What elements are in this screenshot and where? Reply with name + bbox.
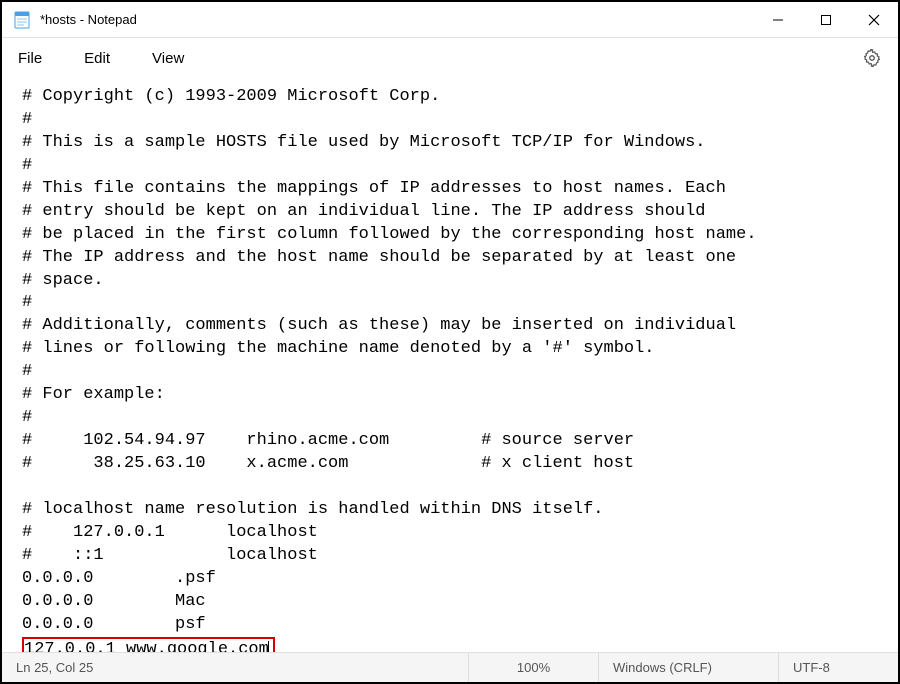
editor-line: # be placed in the first column followed…: [22, 224, 878, 247]
editor-line: # space.: [22, 270, 878, 293]
menu-file[interactable]: File: [12, 46, 48, 71]
settings-button[interactable]: [856, 42, 888, 74]
notepad-icon: [12, 10, 32, 30]
status-bar: Ln 25, Col 25 100% Windows (CRLF) UTF-8: [2, 652, 898, 682]
editor-line: # The IP address and the host name shoul…: [22, 247, 878, 270]
editor-line: # Additionally, comments (such as these)…: [22, 315, 878, 338]
status-eol: Windows (CRLF): [598, 653, 778, 682]
editor-line: # 127.0.0.1 localhost: [22, 522, 878, 545]
maximize-button[interactable]: [802, 2, 850, 37]
editor-line: # lines or following the machine name de…: [22, 338, 878, 361]
close-button[interactable]: [850, 2, 898, 37]
highlighted-line: 127.0.0.1 www.google.com: [22, 637, 275, 653]
editor-line: #: [22, 155, 878, 178]
editor-line: # 102.54.94.97 rhino.acme.com # source s…: [22, 430, 878, 453]
editor-line: # Copyright (c) 1993-2009 Microsoft Corp…: [22, 86, 878, 109]
window-title: *hosts - Notepad: [40, 12, 754, 27]
editor-line: # entry should be kept on an individual …: [22, 201, 878, 224]
editor-line: #: [22, 109, 878, 132]
status-zoom: 100%: [468, 653, 598, 682]
editor-line: 0.0.0.0 psf: [22, 614, 878, 637]
editor-line: #: [22, 292, 878, 315]
status-position: Ln 25, Col 25: [2, 653, 468, 682]
editor-line: [22, 476, 878, 499]
title-bar: *hosts - Notepad: [2, 2, 898, 38]
editor-line: # For example:: [22, 384, 878, 407]
editor-line: #: [22, 407, 878, 430]
editor-line: #: [22, 361, 878, 384]
status-encoding: UTF-8: [778, 653, 898, 682]
editor-line: 0.0.0.0 Mac: [22, 591, 878, 614]
editor-line: # This is a sample HOSTS file used by Mi…: [22, 132, 878, 155]
editor-line: # 38.25.63.10 x.acme.com # x client host: [22, 453, 878, 476]
editor-line: 127.0.0.1 www.google.com: [22, 637, 878, 653]
window-controls: [754, 2, 898, 37]
menu-edit[interactable]: Edit: [78, 46, 116, 71]
text-editor[interactable]: # Copyright (c) 1993-2009 Microsoft Corp…: [2, 78, 898, 652]
menu-bar: File Edit View: [2, 38, 898, 78]
minimize-button[interactable]: [754, 2, 802, 37]
editor-line: # localhost name resolution is handled w…: [22, 499, 878, 522]
editor-line: # This file contains the mappings of IP …: [22, 178, 878, 201]
text-caret: [268, 641, 269, 653]
editor-line: # ::1 localhost: [22, 545, 878, 568]
menu-view[interactable]: View: [146, 46, 190, 71]
editor-line: 0.0.0.0 .psf: [22, 568, 878, 591]
